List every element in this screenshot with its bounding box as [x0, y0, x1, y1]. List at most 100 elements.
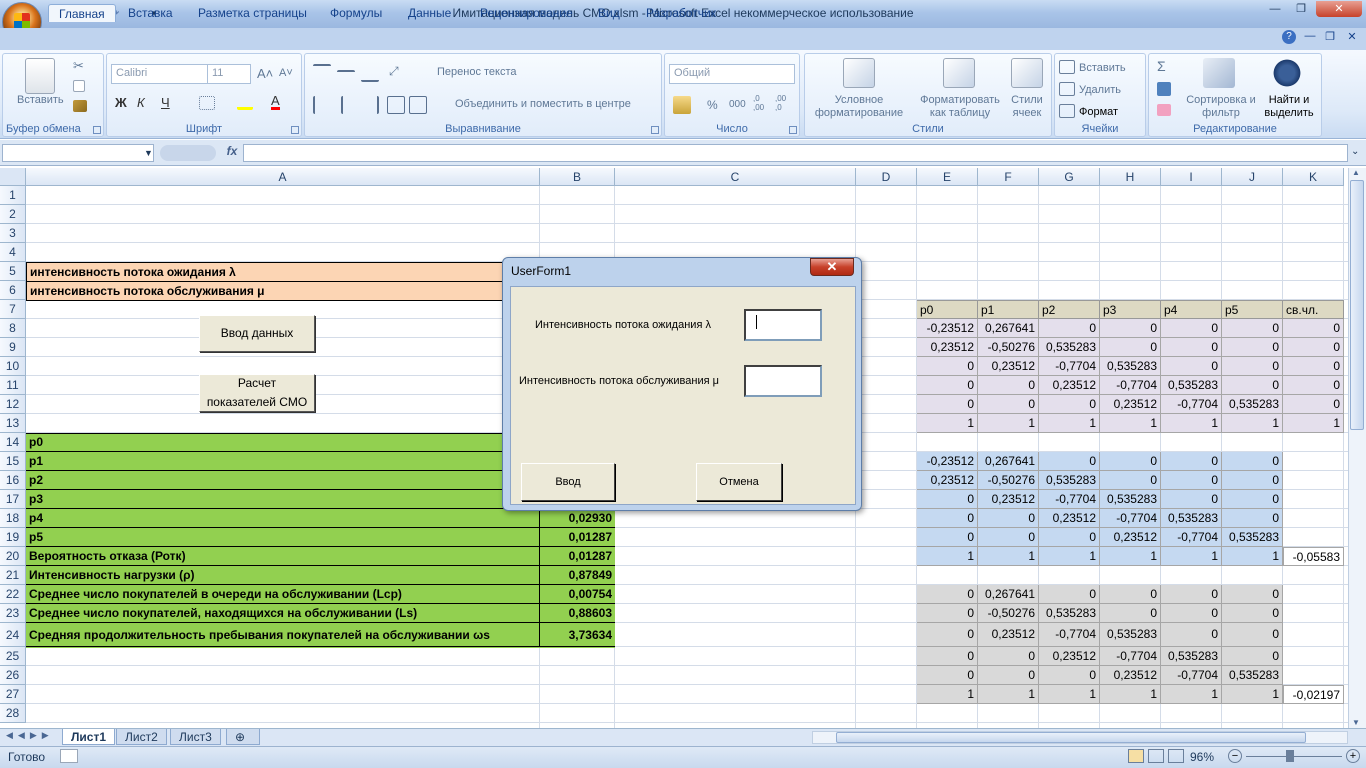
matrix2-cell[interactable]: -0,7704	[1039, 490, 1100, 509]
cell-b22[interactable]: 0,00754	[540, 585, 615, 604]
copy-icon[interactable]	[73, 80, 85, 92]
increase-decimal-button[interactable]: ,0 ,00	[753, 94, 764, 112]
matrix2-cell[interactable]: -0,50276	[978, 471, 1039, 490]
autosum-button[interactable]: Σ	[1157, 58, 1166, 74]
matrix3-cell[interactable]: 0	[917, 585, 978, 604]
tab-formulas[interactable]: Формулы	[320, 4, 392, 22]
matrix2-cell[interactable]: 0	[917, 490, 978, 509]
page-break-view-icon[interactable]	[1168, 749, 1184, 763]
matrix-header-cell[interactable]: p4	[1161, 300, 1222, 319]
column-header-h[interactable]: H	[1100, 168, 1161, 186]
cell-a20[interactable]: Вероятность отказа (Ротк)	[26, 547, 540, 566]
sort-filter-icon[interactable]	[1203, 58, 1235, 88]
zoom-in-icon[interactable]: +	[1346, 749, 1360, 763]
matrix1-cell[interactable]: 0	[917, 395, 978, 414]
matrix1-cell[interactable]: 0	[1161, 338, 1222, 357]
select-all-corner[interactable]	[0, 168, 26, 186]
matrix3-cell[interactable]: 0	[917, 647, 978, 666]
matrix3-cell[interactable]: 0,535283	[1100, 623, 1161, 647]
matrix1-cell[interactable]: 0	[1283, 338, 1344, 357]
matrix2-cell[interactable]: 0	[1039, 528, 1100, 547]
zoom-slider[interactable]	[1246, 756, 1342, 757]
row-header-22[interactable]: 22	[0, 585, 26, 604]
alignment-launcher-icon[interactable]	[651, 126, 659, 134]
column-header-f[interactable]: F	[978, 168, 1039, 186]
scroll-down-icon[interactable]: ▼	[1352, 718, 1360, 727]
matrix3-cell[interactable]: 0,535283	[1039, 604, 1100, 623]
row-header-2[interactable]: 2	[0, 205, 26, 224]
sheet-tab-3[interactable]: Лист3	[170, 729, 221, 745]
help-icon[interactable]: ?	[1282, 30, 1296, 44]
matrix3-cell[interactable]: 1	[1222, 685, 1283, 704]
row-header-24[interactable]: 24	[0, 623, 26, 647]
borders-icon[interactable]	[199, 96, 215, 110]
underline-button[interactable]: Ч	[161, 95, 170, 110]
matrix1-cell[interactable]: 0	[1283, 395, 1344, 414]
matrix1-cell[interactable]: 0,535283	[1222, 395, 1283, 414]
calculate-button[interactable]: Расчет показателей СМО	[199, 374, 315, 412]
row-header-12[interactable]: 12	[0, 395, 26, 414]
matrix3-cell[interactable]: 0	[1222, 604, 1283, 623]
row-header-6[interactable]: 6	[0, 281, 26, 300]
format-cells-icon[interactable]	[1059, 104, 1075, 118]
name-box[interactable]	[2, 144, 154, 162]
matrix1-cell[interactable]: 0	[917, 357, 978, 376]
column-header-k[interactable]: K	[1283, 168, 1344, 186]
matrix3-cell[interactable]: -0,7704	[1039, 623, 1100, 647]
normal-view-icon[interactable]	[1128, 749, 1144, 763]
cell-styles-button[interactable]: Стили ячеек	[1003, 94, 1051, 120]
number-launcher-icon[interactable]	[789, 126, 797, 134]
clipboard-launcher-icon[interactable]	[93, 126, 101, 134]
cell-b20[interactable]: 0,01287	[540, 547, 615, 566]
cell-a17[interactable]: p3	[26, 490, 540, 509]
matrix1-cell[interactable]: 0	[1222, 376, 1283, 395]
matrix1-cell[interactable]: 0	[1222, 357, 1283, 376]
row-header-21[interactable]: 21	[0, 566, 26, 585]
matrix1-cell[interactable]: 0	[1283, 357, 1344, 376]
matrix3-cell[interactable]: 0	[1222, 585, 1283, 604]
matrix1-cell[interactable]: 0	[1039, 319, 1100, 338]
matrix-header-cell[interactable]: св.чл.	[1283, 300, 1344, 319]
column-header-i[interactable]: I	[1161, 168, 1222, 186]
mu-input[interactable]	[744, 365, 822, 397]
matrix2-cell[interactable]: 0	[1100, 452, 1161, 471]
shrink-font-icon[interactable]: A˅	[279, 67, 293, 79]
thousands-button[interactable]: 000	[729, 99, 746, 110]
matrix3-cell[interactable]: 0	[1100, 604, 1161, 623]
fill-icon[interactable]	[1157, 82, 1171, 96]
row-header-7[interactable]: 7	[0, 300, 26, 319]
matrix1-cell[interactable]: -0,50276	[978, 338, 1039, 357]
matrix1-cell[interactable]: 1	[1100, 414, 1161, 433]
column-header-b[interactable]: B	[540, 168, 615, 186]
cell-b24[interactable]: 3,73634	[540, 623, 615, 647]
font-size-select[interactable]: 11	[207, 64, 251, 84]
orientation-icon[interactable]: ⤢	[389, 64, 399, 79]
matrix2-cell[interactable]: 1	[1100, 547, 1161, 566]
cell-a18[interactable]: p4	[26, 509, 540, 528]
matrix1-cell[interactable]: 0	[1161, 357, 1222, 376]
matrix1-cell[interactable]: 0,23512	[1039, 376, 1100, 395]
matrix3-cell[interactable]: 0	[978, 647, 1039, 666]
matrix2-cell[interactable]: 1	[917, 547, 978, 566]
matrix1-cell[interactable]: 0	[1100, 338, 1161, 357]
row-header-5[interactable]: 5	[0, 262, 26, 281]
matrix3-cell[interactable]: 1	[917, 685, 978, 704]
horizontal-scroll-thumb[interactable]	[836, 732, 1306, 743]
matrix3-cell[interactable]: 0	[1161, 585, 1222, 604]
matrix2-cell[interactable]: 0,23512	[1039, 509, 1100, 528]
matrix1-cell[interactable]: 1	[1283, 414, 1344, 433]
delete-cells-button[interactable]: Удалить	[1079, 84, 1121, 96]
matrix1-cell[interactable]: 0	[1222, 319, 1283, 338]
matrix2-cell[interactable]: 0	[1222, 452, 1283, 471]
matrix2-cell[interactable]: 0	[917, 509, 978, 528]
cell-b18[interactable]: 0,02930	[540, 509, 615, 528]
font-color-icon[interactable]: A	[271, 94, 280, 110]
matrix3-cell[interactable]: 0	[1161, 604, 1222, 623]
font-launcher-icon[interactable]	[291, 126, 299, 134]
formula-input[interactable]	[243, 144, 1348, 162]
vertical-scroll-thumb[interactable]	[1350, 180, 1364, 430]
zoom-slider-thumb[interactable]	[1286, 750, 1294, 762]
page-layout-view-icon[interactable]	[1148, 749, 1164, 763]
close-window-icon[interactable]: ✕	[1316, 1, 1362, 17]
sheet-tab-2[interactable]: Лист2	[116, 729, 167, 745]
